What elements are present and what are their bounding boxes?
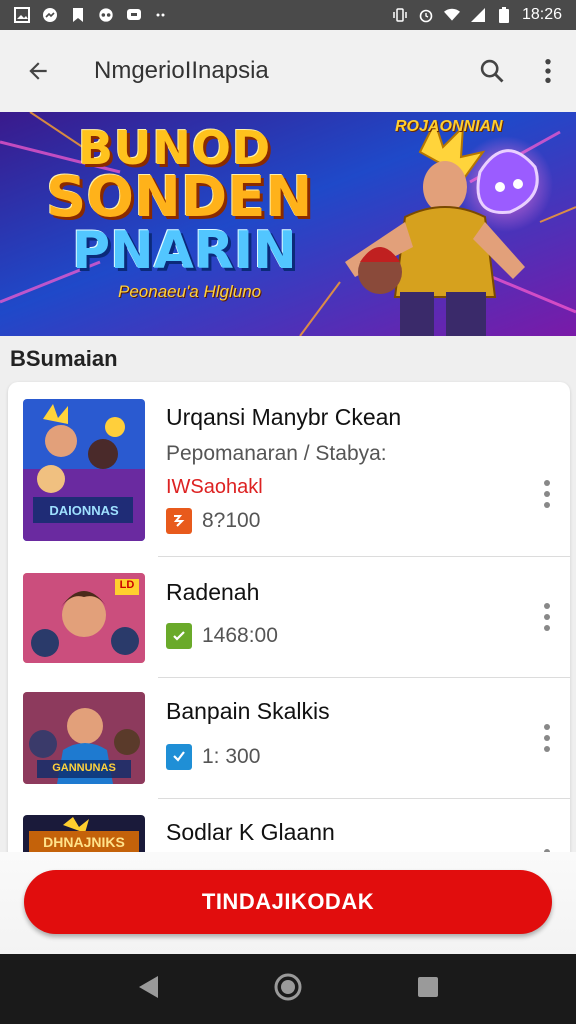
bookmark-icon (70, 7, 86, 23)
section-title: BSumaian (10, 346, 118, 371)
banner-tagline: Peonaeu'a Hlgluno (118, 282, 262, 301)
game-title: Radenah (166, 579, 260, 605)
game-thumbnail: GANNUNAS (23, 692, 145, 784)
more-vert-icon (545, 58, 551, 84)
alarm-icon (418, 7, 434, 23)
stat-value: 8?100 (202, 509, 261, 532)
game-controller-icon (98, 7, 114, 23)
more-dots-icon (154, 7, 170, 23)
page-title: NmgerioIInapsia (94, 57, 269, 84)
list-item[interactable]: LD Radenah 1468:00 (8, 557, 570, 677)
thumbnail-label: DHNAJNIKS (43, 834, 125, 850)
overflow-menu-button[interactable] (520, 30, 576, 112)
thumbnail-label: DAIONNAS (49, 503, 119, 518)
game-tag: IWSaohakl (166, 476, 263, 498)
thumbnail-label: LD (119, 579, 135, 591)
rating-icon (166, 508, 192, 534)
stat-value: 1468:00 (202, 624, 278, 647)
status-left-icons (14, 7, 170, 23)
game-title: Banpain Skalkis (166, 698, 330, 724)
circle-home-icon (274, 973, 302, 1000)
check-icon (166, 623, 192, 649)
vibrate-icon (392, 7, 408, 23)
game-subtitle: Pepomanaran / Stabya: (166, 442, 387, 465)
list-item[interactable]: DAIONNAS Urqansi Manybr Ckean Pepomanara… (8, 382, 570, 556)
banner-title-line2: SONDEN (46, 165, 313, 230)
promo-banner[interactable]: ROJAONNIAN BUNOD SONDEN PNARIN Peonaeu'a… (0, 112, 576, 336)
message-icon (126, 7, 142, 23)
triangle-back-icon (139, 975, 159, 998)
status-time: 18:26 (521, 6, 562, 23)
messenger-icon (42, 7, 58, 23)
game-list: DAIONNAS Urqansi Manybr Ckean Pepomanara… (8, 382, 570, 862)
verified-icon (166, 744, 192, 770)
back-button[interactable] (0, 30, 76, 112)
item-more-button[interactable] (538, 474, 556, 514)
game-thumbnail: LD (23, 573, 145, 663)
search-icon (480, 59, 504, 83)
banner-badge: ROJAONNIAN (395, 118, 503, 135)
search-button[interactable] (464, 30, 520, 112)
item-more-button[interactable] (538, 597, 556, 637)
game-stat: 8?100 (166, 508, 260, 534)
game-stat: 1: 300 (166, 744, 260, 770)
battery-icon (496, 7, 512, 23)
status-bar: 18:26 (0, 0, 576, 30)
primary-action-button[interactable]: TINDAJIKODAK (24, 870, 552, 934)
wifi-icon (443, 7, 460, 23)
system-nav-bar (0, 954, 576, 1024)
item-more-button[interactable] (538, 718, 556, 758)
nav-back-button[interactable] (136, 974, 160, 1005)
game-stat: 1468:00 (166, 623, 278, 649)
square-recents-icon (417, 976, 438, 997)
banner-title-line3: PNARIN (72, 221, 297, 281)
gallery-icon (14, 7, 30, 23)
nav-home-button[interactable] (273, 972, 303, 1007)
list-item[interactable]: GANNUNAS Banpain Skalkis 1: 300 (8, 678, 570, 798)
app-bar: NmgerioIInapsia (0, 30, 576, 112)
stat-value: 1: 300 (202, 745, 261, 768)
game-title: Sodlar K Glaann (166, 819, 335, 845)
game-title: Urqansi Manybr Ckean (166, 404, 402, 430)
game-thumbnail: DAIONNAS (23, 399, 145, 541)
nav-recents-button[interactable] (416, 975, 440, 1004)
signal-icon (470, 7, 486, 23)
arrow-back-icon (29, 62, 47, 80)
banner-title-line1: BUNOD (78, 121, 272, 175)
thumbnail-label: GANNUNAS (52, 762, 116, 774)
status-right-icons: 18:26 (392, 6, 562, 24)
